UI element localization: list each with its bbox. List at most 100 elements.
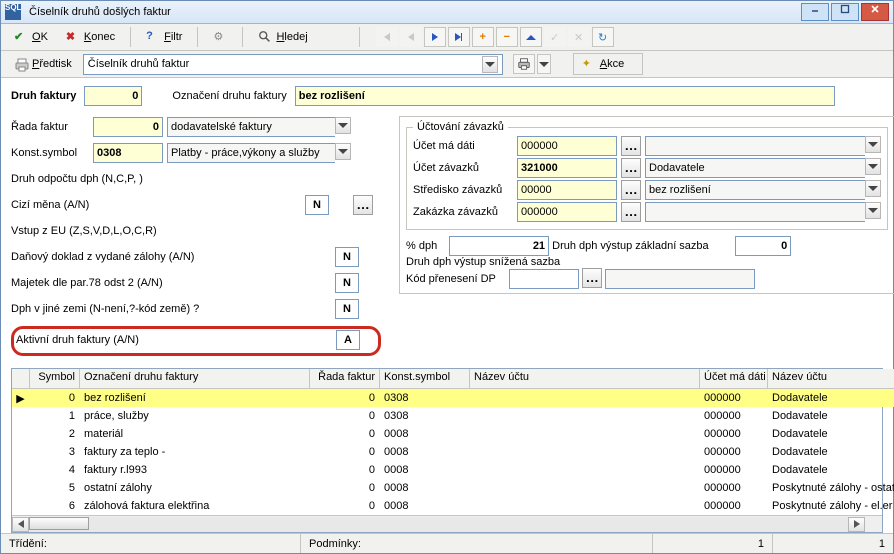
table-row[interactable]: 6zálohová faktura elektřina00008000000Po… — [12, 497, 894, 515]
col-rada[interactable]: Řada faktur — [310, 369, 380, 388]
predtisk-combo[interactable]: Číselník druhů faktur — [83, 54, 503, 75]
zak-desc[interactable] — [645, 202, 865, 222]
hledej-button[interactable]: Hledej — [251, 26, 314, 48]
cizi-mena-field[interactable] — [305, 195, 329, 215]
kod-pren-desc[interactable] — [605, 269, 755, 289]
konec-button[interactable]: ✖ Konec — [59, 26, 122, 48]
stred-field[interactable] — [517, 180, 617, 200]
nav-add[interactable]: + — [472, 27, 494, 47]
ucet-zav-field[interactable] — [517, 158, 617, 178]
rada-desc[interactable] — [167, 117, 335, 137]
vstup-eu-label: Vstup z EU (Z,S,V,D,L,O,C,R) — [11, 225, 311, 237]
minimize-button[interactable] — [801, 3, 829, 21]
ucet-md-desc[interactable] — [645, 136, 865, 156]
table-row[interactable]: 1práce, služby00308000000Dodavatele — [12, 407, 894, 425]
ucet-zav-lookup[interactable]: … — [621, 158, 641, 178]
nav-confirm[interactable]: ✓ — [544, 27, 566, 47]
status-podminky-label: Podmínky: — [309, 538, 361, 550]
table-row[interactable]: 5ostatní zálohy00008000000Poskytnuté zál… — [12, 479, 894, 497]
druh-odpoctu-label: Druh odpočtu dph (N,C,P, ) — [11, 173, 311, 185]
col-nazev-uctu2[interactable]: Název účtu — [768, 369, 894, 388]
table-row[interactable]: 2materiál00008000000Dodavatele — [12, 425, 894, 443]
ucet-md-dropdown[interactable] — [865, 136, 881, 153]
stred-dropdown[interactable] — [865, 180, 881, 197]
majetek-label: Majetek dle par.78 odst 2 (A/N) — [11, 277, 331, 289]
majetek-field[interactable] — [335, 273, 359, 293]
zak-field[interactable] — [517, 202, 617, 222]
nav-next[interactable] — [424, 27, 446, 47]
oznaceni-field[interactable] — [295, 86, 835, 106]
wand-icon: ✦ — [582, 57, 596, 71]
nav-up[interactable] — [520, 27, 542, 47]
col-oznaceni[interactable]: Označení druhu faktury — [80, 369, 310, 388]
druh-vystup-sniz-label: Druh dph výstup snížená sazba — [406, 256, 586, 268]
nav-prev[interactable] — [400, 27, 422, 47]
close-button[interactable] — [861, 3, 889, 21]
konst-desc[interactable] — [167, 143, 335, 163]
druh-faktury-field[interactable] — [84, 86, 142, 106]
ok-button[interactable]: ✔ OK — [7, 26, 55, 48]
status-bar: Třídění: Podmínky: 1 1 — [1, 533, 893, 553]
rada-desc-dropdown[interactable] — [335, 117, 351, 134]
col-ucet-md[interactable]: Účet má dáti — [700, 369, 768, 388]
app-icon: SQL — [5, 4, 21, 20]
ucet-md-field[interactable] — [517, 136, 617, 156]
table-row[interactable]: 3faktury za teplo -00008000000Dodavatele — [12, 443, 894, 461]
kod-pren-lookup[interactable]: … — [582, 268, 602, 288]
ucet-md-lookup[interactable]: … — [621, 136, 641, 156]
status-num1: 1 — [653, 534, 773, 553]
ucet-zav-desc[interactable] — [645, 158, 865, 178]
rada-label: Řada faktur — [11, 121, 89, 133]
highlight-aktivni: Aktivní druh faktury (A/N) — [11, 326, 381, 356]
gear-button[interactable]: ⚙ — [206, 26, 234, 48]
druh-faktury-label: Druh faktury — [11, 90, 76, 102]
stred-desc[interactable] — [645, 180, 865, 200]
filtr-button[interactable]: ? Filtr — [139, 26, 189, 48]
konst-desc-dropdown[interactable] — [335, 143, 351, 160]
nav-remove[interactable]: − — [496, 27, 518, 47]
toolbar-preprint: Předtisk Číselník druhů faktur ✦ Akce — [1, 51, 893, 78]
cizi-mena-lookup[interactable]: … — [353, 195, 373, 215]
ucet-zav-dropdown[interactable] — [865, 158, 881, 175]
aktivni-label: Aktivní druh faktury (A/N) — [16, 334, 332, 346]
table-row[interactable]: 4faktury r.l99300008000000Dodavatele — [12, 461, 894, 479]
ucet-zav-label: Účet závazků — [413, 162, 513, 174]
print-icon-button[interactable] — [513, 54, 535, 74]
nav-first[interactable] — [376, 27, 398, 47]
status-num2: 1 — [773, 534, 893, 553]
rada-field[interactable] — [93, 117, 163, 137]
cizi-mena-label: Cizí měna (A/N) — [11, 199, 301, 211]
zak-lookup[interactable]: … — [621, 202, 641, 222]
maximize-button[interactable] — [831, 3, 859, 21]
predtisk-button[interactable]: Předtisk — [7, 53, 79, 75]
zak-label: Zakázka závazků — [413, 206, 513, 218]
dph-jina-field[interactable] — [335, 299, 359, 319]
status-trideni-label: Třídění: — [9, 538, 47, 550]
akce-button[interactable]: ✦ Akce — [573, 53, 643, 75]
kod-pren-field[interactable] — [509, 269, 579, 289]
danovy-field[interactable] — [335, 247, 359, 267]
scroll-left-button[interactable] — [12, 517, 29, 532]
stred-lookup[interactable]: … — [621, 180, 641, 200]
col-symbol[interactable]: Symbol — [30, 369, 80, 388]
col-konst[interactable]: Konst.symbol — [380, 369, 470, 388]
data-grid[interactable]: Symbol Označení druhu faktury Řada faktu… — [11, 368, 883, 533]
druh-vystup-zakl-field[interactable] — [735, 236, 791, 256]
nav-buttons: + − ✓ ✕ ↻ — [376, 27, 614, 47]
oznaceni-label: Označení druhu faktury — [172, 90, 286, 102]
grid-scrollbar-horizontal[interactable] — [12, 515, 882, 532]
nav-last[interactable] — [448, 27, 470, 47]
nav-cancel[interactable]: ✕ — [568, 27, 590, 47]
table-row[interactable]: ▶0bez rozlišení00308000000Dodavatele — [12, 389, 894, 407]
scroll-right-button[interactable] — [848, 517, 865, 532]
col-nazev-uctu[interactable]: Název účtu — [470, 369, 700, 388]
stred-label: Středisko závazků — [413, 184, 513, 196]
pct-dph-field[interactable] — [449, 236, 549, 256]
zak-dropdown[interactable] — [865, 202, 881, 219]
print-dropdown[interactable] — [537, 54, 551, 74]
konst-field[interactable] — [93, 143, 163, 163]
konst-label: Konst.symbol — [11, 147, 89, 159]
nav-refresh[interactable]: ↻ — [592, 27, 614, 47]
aktivni-field[interactable] — [336, 330, 360, 350]
chevron-down-icon[interactable] — [482, 56, 498, 73]
